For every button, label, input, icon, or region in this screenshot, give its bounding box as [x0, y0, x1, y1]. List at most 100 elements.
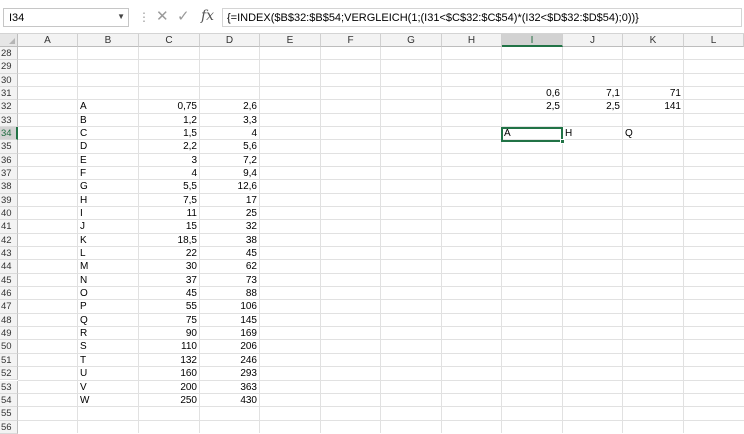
cell-b42[interactable]: K	[78, 234, 139, 247]
cell-d36[interactable]: 7,2	[200, 154, 257, 167]
cell-b46[interactable]: O	[78, 287, 139, 300]
cell-i32[interactable]: 2,5	[502, 100, 560, 113]
cell-c47[interactable]: 55	[139, 300, 197, 313]
cell-b39[interactable]: H	[78, 194, 139, 207]
row-header-50[interactable]: 50	[0, 340, 18, 353]
cell-d44[interactable]: 62	[200, 260, 257, 273]
cell-c54[interactable]: 250	[139, 394, 197, 407]
cell-b41[interactable]: J	[78, 220, 139, 233]
row-header-30[interactable]: 30	[0, 74, 18, 87]
cell-d50[interactable]: 206	[200, 340, 257, 353]
cell-d51[interactable]: 246	[200, 354, 257, 367]
cell-d49[interactable]: 169	[200, 327, 257, 340]
row-header-45[interactable]: 45	[0, 274, 18, 287]
column-header-k[interactable]: K	[623, 34, 684, 47]
cell-c49[interactable]: 90	[139, 327, 197, 340]
cell-c33[interactable]: 1,2	[139, 114, 197, 127]
cell-j34[interactable]: H	[563, 127, 623, 140]
cell-d38[interactable]: 12,6	[200, 180, 257, 193]
cell-c48[interactable]: 75	[139, 314, 197, 327]
cell-k32[interactable]: 141	[623, 100, 681, 113]
cell-d39[interactable]: 17	[200, 194, 257, 207]
cell-b51[interactable]: T	[78, 354, 139, 367]
cell-grid[interactable]: A0,752,6B1,23,3C1,54D2,25,6E37,2F49,4G5,…	[18, 47, 744, 433]
row-header-52[interactable]: 52	[0, 367, 18, 380]
cell-c44[interactable]: 30	[139, 260, 197, 273]
cell-c41[interactable]: 15	[139, 220, 197, 233]
cell-c51[interactable]: 132	[139, 354, 197, 367]
column-header-g[interactable]: G	[381, 34, 442, 47]
active-cell-border[interactable]	[501, 127, 563, 142]
cell-c53[interactable]: 200	[139, 381, 197, 394]
row-header-35[interactable]: 35	[0, 140, 18, 153]
cell-k34[interactable]: Q	[623, 127, 684, 140]
row-header-56[interactable]: 56	[0, 421, 18, 434]
cell-b52[interactable]: U	[78, 367, 139, 380]
cell-c37[interactable]: 4	[139, 167, 197, 180]
row-header-51[interactable]: 51	[0, 354, 18, 367]
row-header-29[interactable]: 29	[0, 60, 18, 73]
cell-d52[interactable]: 293	[200, 367, 257, 380]
row-header-39[interactable]: 39	[0, 194, 18, 207]
row-header-34[interactable]: 34	[0, 127, 18, 140]
cell-d35[interactable]: 5,6	[200, 140, 257, 153]
cell-d45[interactable]: 73	[200, 274, 257, 287]
cell-d37[interactable]: 9,4	[200, 167, 257, 180]
enter-check-icon[interactable]: ✓	[177, 7, 190, 25]
cell-b49[interactable]: R	[78, 327, 139, 340]
cell-b37[interactable]: F	[78, 167, 139, 180]
cell-c43[interactable]: 22	[139, 247, 197, 260]
cell-c45[interactable]: 37	[139, 274, 197, 287]
cell-b53[interactable]: V	[78, 381, 139, 394]
cell-c38[interactable]: 5,5	[139, 180, 197, 193]
cell-b44[interactable]: M	[78, 260, 139, 273]
cell-b34[interactable]: C	[78, 127, 139, 140]
cell-b54[interactable]: W	[78, 394, 139, 407]
cell-d41[interactable]: 32	[200, 220, 257, 233]
row-header-54[interactable]: 54	[0, 394, 18, 407]
cell-c35[interactable]: 2,2	[139, 140, 197, 153]
cell-c34[interactable]: 1,5	[139, 127, 197, 140]
column-header-c[interactable]: C	[139, 34, 200, 47]
row-header-37[interactable]: 37	[0, 167, 18, 180]
cancel-icon[interactable]: ✕	[156, 7, 169, 25]
row-header-31[interactable]: 31	[0, 87, 18, 100]
insert-function-icon[interactable]: fx	[201, 8, 214, 24]
cell-c42[interactable]: 18,5	[139, 234, 197, 247]
cell-b32[interactable]: A	[78, 100, 139, 113]
cell-d33[interactable]: 3,3	[200, 114, 257, 127]
row-header-42[interactable]: 42	[0, 234, 18, 247]
cell-b47[interactable]: P	[78, 300, 139, 313]
cell-b33[interactable]: B	[78, 114, 139, 127]
formula-input[interactable]: {=INDEX($B$32:$B$54;VERGLEICH(1;(I31<$C$…	[222, 8, 742, 27]
column-header-b[interactable]: B	[78, 34, 139, 47]
cell-j32[interactable]: 2,5	[563, 100, 620, 113]
cell-b43[interactable]: L	[78, 247, 139, 260]
row-header-36[interactable]: 36	[0, 154, 18, 167]
cell-d40[interactable]: 25	[200, 207, 257, 220]
cell-d46[interactable]: 88	[200, 287, 257, 300]
cell-d48[interactable]: 145	[200, 314, 257, 327]
cell-d34[interactable]: 4	[200, 127, 257, 140]
column-header-j[interactable]: J	[563, 34, 623, 47]
row-header-41[interactable]: 41	[0, 220, 18, 233]
cell-c36[interactable]: 3	[139, 154, 197, 167]
cell-d47[interactable]: 106	[200, 300, 257, 313]
chevron-down-icon[interactable]: ▼	[117, 12, 125, 21]
row-header-38[interactable]: 38	[0, 180, 18, 193]
cell-d54[interactable]: 430	[200, 394, 257, 407]
row-header-55[interactable]: 55	[0, 407, 18, 420]
cell-i31[interactable]: 0,6	[502, 87, 560, 100]
fill-handle[interactable]	[560, 139, 565, 144]
cell-c39[interactable]: 7,5	[139, 194, 197, 207]
cell-c52[interactable]: 160	[139, 367, 197, 380]
cell-b40[interactable]: I	[78, 207, 139, 220]
row-header-46[interactable]: 46	[0, 287, 18, 300]
row-header-28[interactable]: 28	[0, 47, 18, 60]
cell-b50[interactable]: S	[78, 340, 139, 353]
cell-d43[interactable]: 45	[200, 247, 257, 260]
cell-d42[interactable]: 38	[200, 234, 257, 247]
cell-c40[interactable]: 11	[139, 207, 197, 220]
cell-d53[interactable]: 363	[200, 381, 257, 394]
cell-b48[interactable]: Q	[78, 314, 139, 327]
